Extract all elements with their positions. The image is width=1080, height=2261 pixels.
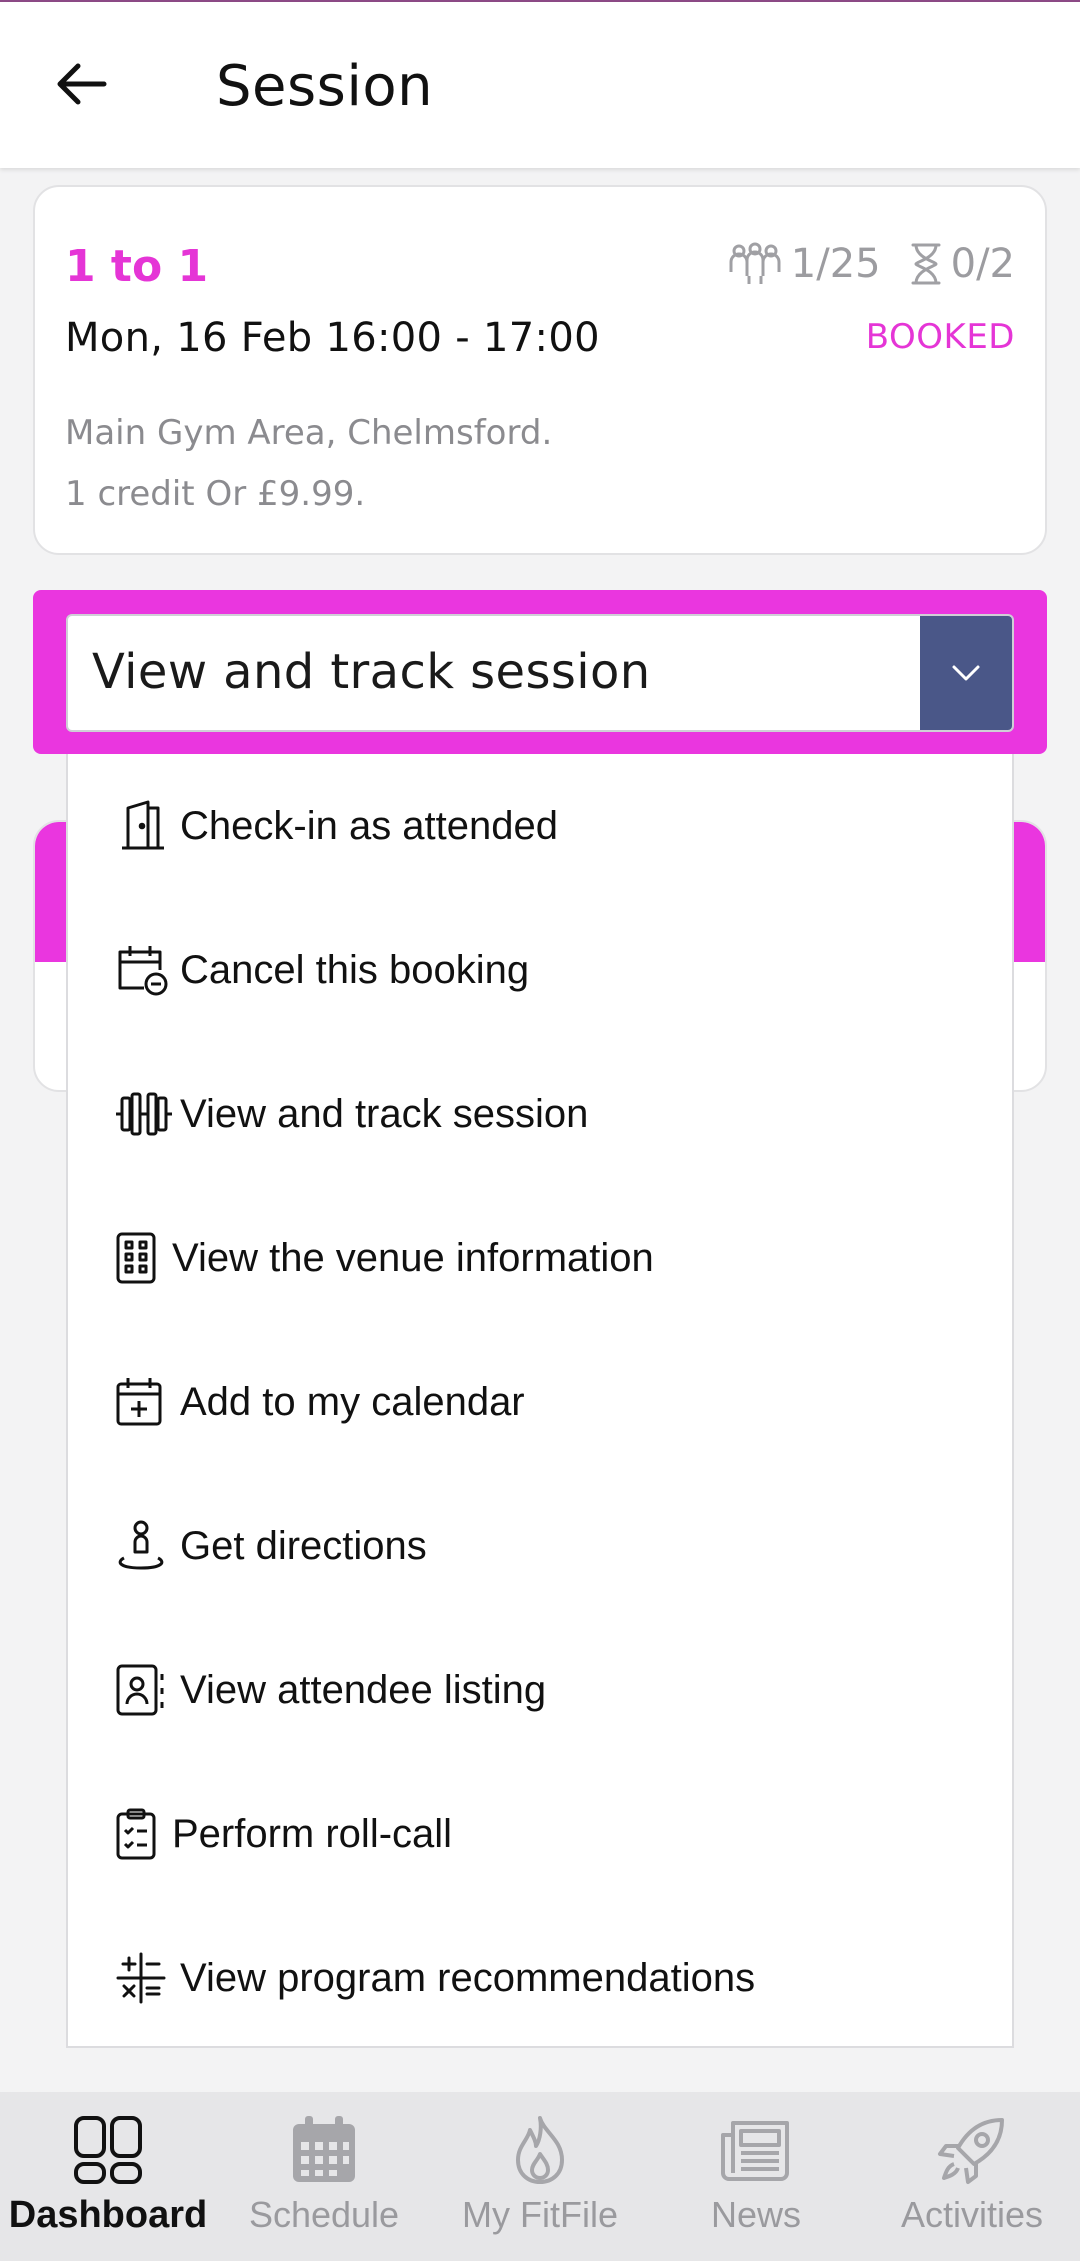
session-datetime: Mon, 16 Feb 16:00 - 17:00: [65, 315, 600, 361]
session-stats: 1/25 0/2: [727, 241, 1015, 287]
menu-item-label: Cancel this booking: [180, 947, 530, 992]
location-pin-icon: [114, 1516, 174, 1576]
session-type: 1 to 1: [65, 241, 209, 292]
door-icon: [114, 796, 174, 856]
action-dropdown-menu: Check-in as attended Cancel this booking: [66, 754, 1014, 2048]
flame-icon: [500, 2110, 580, 2190]
menu-item-label: View program recommendations: [180, 1955, 756, 2000]
calendar-cancel-icon: [114, 940, 174, 1000]
dumbbell-icon: [114, 1084, 174, 1144]
menu-item-label: View and track session: [180, 1091, 589, 1136]
status-badge: BOOKED: [865, 317, 1015, 357]
menu-item-label: Perform roll-call: [172, 1811, 453, 1856]
nav-my-fitfile[interactable]: My FitFile: [432, 2092, 648, 2261]
menu-item-attendee-listing[interactable]: View attendee listing: [68, 1618, 1012, 1762]
clipboard-list-icon: [114, 1804, 166, 1864]
hourglass-icon: [911, 243, 941, 285]
menu-item-roll-call[interactable]: Perform roll-call: [68, 1762, 1012, 1906]
menu-item-label: View the venue information: [172, 1235, 654, 1280]
attendee-count-value: 1/25: [790, 241, 881, 287]
nav-label: Activities: [900, 2194, 1044, 2235]
menu-item-label: View attendee listing: [180, 1667, 547, 1712]
calendar-icon: [284, 2110, 364, 2190]
session-price: 1 credit Or £9.99.: [65, 474, 366, 514]
nav-dashboard[interactable]: Dashboard: [0, 2092, 216, 2261]
session-location: Main Gym Area, Chelmsford.: [65, 413, 553, 453]
menu-item-label: Add to my calendar: [180, 1379, 525, 1424]
waitlist-count: 0/2: [909, 241, 1015, 287]
menu-item-label: Get directions: [180, 1523, 427, 1568]
building-icon: [114, 1228, 166, 1288]
rocket-icon: [932, 2110, 1012, 2190]
action-select[interactable]: View and track session: [66, 614, 1014, 732]
attendee-count: 1/25: [727, 241, 881, 287]
newspaper-icon: [716, 2110, 796, 2190]
bottom-navigation: Dashboard Schedule My FitFile News Activ…: [0, 2092, 1080, 2261]
menu-item-view-track[interactable]: View and track session: [68, 1042, 1012, 1186]
action-select-toggle[interactable]: [920, 616, 1012, 730]
nav-schedule[interactable]: Schedule: [216, 2092, 432, 2261]
menu-item-add-calendar[interactable]: Add to my calendar: [68, 1330, 1012, 1474]
group-icon: [729, 242, 781, 284]
page-title: Session: [216, 54, 434, 119]
menu-item-cancel-booking[interactable]: Cancel this booking: [68, 898, 1012, 1042]
waitlist-count-value: 0/2: [950, 241, 1015, 287]
nav-label: Schedule: [248, 2194, 400, 2235]
action-select-value: View and track session: [92, 644, 651, 700]
session-card: 1 to 1 Mon, 16 Feb 16:00 - 17:00 Main Gy…: [33, 185, 1047, 555]
menu-item-check-in[interactable]: Check-in as attended: [68, 754, 1012, 898]
back-button[interactable]: [46, 48, 118, 120]
chevron-down-icon: [952, 665, 980, 681]
nav-label: My FitFile: [462, 2194, 618, 2235]
nav-label: Dashboard: [8, 2194, 208, 2236]
menu-item-directions[interactable]: Get directions: [68, 1474, 1012, 1618]
nav-news[interactable]: News: [648, 2092, 864, 2261]
menu-item-venue-info[interactable]: View the venue information: [68, 1186, 1012, 1330]
calculator-icon: [114, 1948, 174, 2008]
contact-card-icon: [114, 1660, 174, 1720]
menu-item-label: Check-in as attended: [180, 803, 559, 848]
dashboard-icon: [68, 2110, 148, 2190]
nav-activities[interactable]: Activities: [864, 2092, 1080, 2261]
menu-item-program-recommendations[interactable]: View program recommendations: [68, 1906, 1012, 2050]
arrow-left-icon: [57, 63, 107, 105]
nav-label: News: [710, 2194, 802, 2235]
calendar-add-icon: [114, 1372, 174, 1432]
app-bar: Session: [0, 2, 1080, 168]
